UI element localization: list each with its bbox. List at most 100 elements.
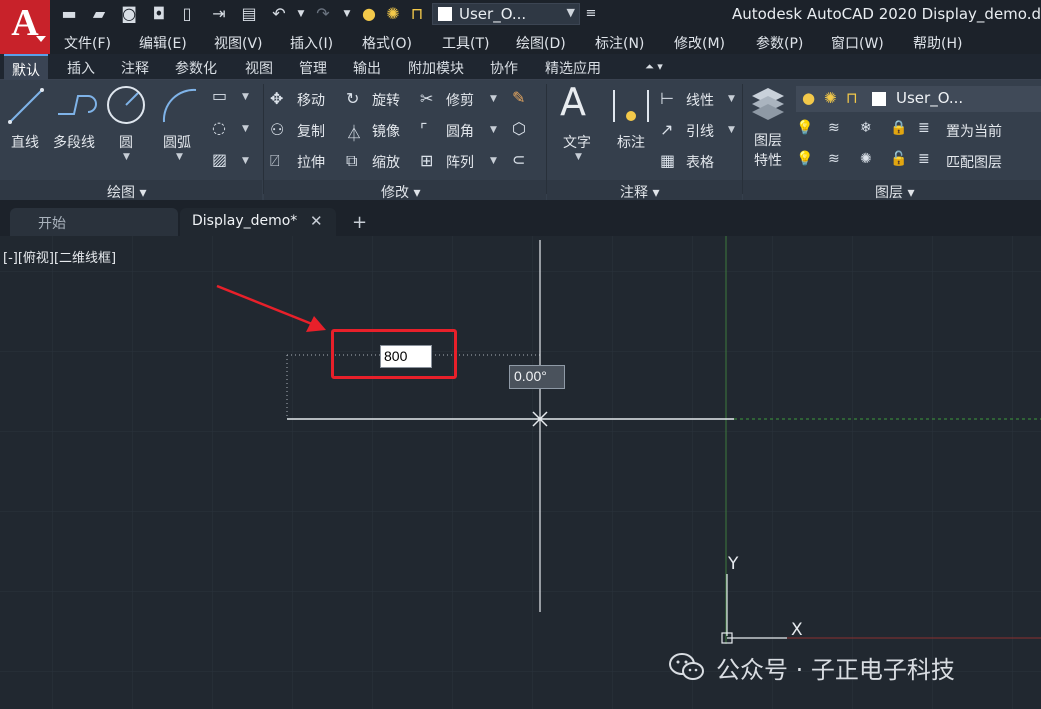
layer-off-icon[interactable]: 💡: [796, 120, 813, 136]
set-current-label[interactable]: 置为当前: [946, 121, 1002, 141]
table-label[interactable]: 表格: [686, 152, 714, 172]
annotation-panel-title[interactable]: 注释 ▾: [620, 182, 659, 202]
save-as-icon[interactable]: ◘: [148, 3, 170, 25]
menu-parametric[interactable]: 参数(P): [756, 33, 803, 53]
tab-output[interactable]: 输出: [353, 58, 381, 78]
layer-on-all-icon[interactable]: 💡: [796, 151, 813, 167]
redo-icon[interactable]: ↷: [312, 3, 334, 25]
layer-properties-label-line2[interactable]: 特性: [754, 150, 782, 170]
polyline-label[interactable]: 多段线: [53, 132, 95, 152]
customize-toolbar-icon[interactable]: ≡: [580, 3, 602, 25]
layer-lock-icon[interactable]: 🔒: [890, 120, 907, 136]
line-label[interactable]: 直线: [11, 132, 39, 152]
modify-panel-title[interactable]: 修改 ▾: [381, 182, 420, 202]
stretch-label[interactable]: 拉伸: [297, 152, 325, 172]
new-tab-icon[interactable]: +: [352, 212, 367, 233]
array-label[interactable]: 阵列: [446, 152, 474, 172]
viewport-controls[interactable]: [-][俯视][二维线框]: [3, 247, 116, 266]
fillet-icon[interactable]: ⌜: [420, 120, 428, 139]
polyline-icon[interactable]: [54, 88, 98, 122]
stretch-icon[interactable]: ⍁: [270, 151, 280, 171]
layer-properties-icon[interactable]: [748, 84, 788, 124]
move-label[interactable]: 移动: [297, 90, 325, 110]
linear-dropdown-icon[interactable]: ▼: [728, 94, 735, 104]
share-icon[interactable]: ⇥: [208, 3, 230, 25]
tab-insert[interactable]: 插入: [67, 58, 95, 78]
undo-icon[interactable]: ↶: [268, 3, 290, 25]
trim-label[interactable]: 修剪: [446, 90, 474, 110]
text-icon[interactable]: A: [560, 80, 586, 124]
open-file-icon[interactable]: ▰: [88, 3, 110, 25]
layers-panel-title[interactable]: 图层 ▾: [875, 182, 914, 202]
ribbon-minimize-icon[interactable]: ⏶ ▾: [645, 60, 663, 74]
tab-parametric[interactable]: 参数化: [175, 58, 217, 78]
text-dropdown-icon[interactable]: ▼: [575, 152, 582, 162]
layer-thaw-icon[interactable]: ✺: [382, 3, 404, 25]
erase-icon[interactable]: ✎: [512, 88, 525, 107]
match-layer-label[interactable]: 匹配图层: [946, 152, 1002, 172]
linear-dimension-icon[interactable]: ⊢: [660, 89, 674, 108]
new-file-icon[interactable]: ▬: [58, 3, 80, 25]
layer-properties-label[interactable]: 图层: [754, 130, 782, 150]
arc-icon[interactable]: [158, 84, 202, 126]
copy-icon[interactable]: ⚇: [270, 120, 284, 139]
tab-display-demo[interactable]: Display_demo* ✕: [180, 208, 336, 236]
hatch-icon[interactable]: ▨: [212, 150, 227, 169]
leader-dropdown-icon[interactable]: ▼: [728, 125, 735, 135]
menu-draw[interactable]: 绘图(D): [516, 33, 566, 53]
copy-label[interactable]: 复制: [297, 121, 325, 141]
layer-combo[interactable]: ● ✺ ⊓ User_O...: [796, 86, 1041, 112]
menu-file[interactable]: 文件(F): [64, 33, 111, 53]
circle-dropdown-icon[interactable]: ▼: [123, 152, 130, 162]
tab-annotate[interactable]: 注释: [121, 58, 149, 78]
tab-addins[interactable]: 附加模块: [408, 58, 464, 78]
array-icon[interactable]: ⊞: [420, 151, 433, 170]
hatch-dropdown-icon[interactable]: ▼: [242, 156, 249, 166]
rectangle-icon[interactable]: ▭: [212, 86, 227, 105]
application-menu-button[interactable]: A: [0, 0, 50, 54]
draw-panel-title[interactable]: 绘图 ▾: [107, 182, 146, 202]
text-label[interactable]: 文字: [563, 132, 591, 152]
tab-featured-apps[interactable]: 精选应用: [545, 58, 601, 78]
circle-icon[interactable]: [105, 84, 147, 126]
save-icon[interactable]: ◙: [118, 3, 140, 25]
layer-thaw-all-icon[interactable]: ✺: [860, 151, 872, 167]
layer-on-icon[interactable]: ●: [358, 3, 380, 25]
array-dropdown-icon[interactable]: ▼: [490, 156, 497, 166]
layer-dropdown[interactable]: User_O... ▼: [432, 3, 580, 25]
menu-tools[interactable]: 工具(T): [442, 33, 489, 53]
layer-unisolate-icon[interactable]: ≋: [828, 151, 840, 167]
scale-label[interactable]: 缩放: [372, 152, 400, 172]
leader-icon[interactable]: ↗: [660, 120, 673, 139]
scale-icon[interactable]: ⧉: [346, 151, 357, 171]
fillet-dropdown-icon[interactable]: ▼: [490, 125, 497, 135]
match-layer-icon[interactable]: ≣: [918, 151, 930, 167]
set-current-icon[interactable]: ≣: [918, 120, 930, 136]
drawing-canvas[interactable]: Y X: [0, 236, 1041, 709]
menu-format[interactable]: 格式(O): [362, 33, 412, 53]
explode-icon[interactable]: ⬡: [512, 119, 526, 138]
redo-dropdown-icon[interactable]: ▼: [336, 3, 358, 25]
plot-icon[interactable]: ▤: [238, 3, 260, 25]
rotate-icon[interactable]: ↻: [346, 89, 359, 108]
mirror-icon[interactable]: ⏃: [346, 120, 362, 144]
dynamic-distance-input[interactable]: 800: [380, 345, 432, 368]
layer-on-icon[interactable]: ●: [802, 89, 815, 107]
open-from-web-icon[interactable]: ▯: [176, 3, 198, 25]
menu-edit[interactable]: 编辑(E): [139, 33, 187, 53]
tab-start[interactable]: 开始: [10, 208, 178, 236]
leader-label[interactable]: 引线: [686, 121, 714, 141]
menu-view[interactable]: 视图(V): [214, 33, 263, 53]
layer-unlock-icon[interactable]: ⊓: [846, 89, 858, 107]
ellipse-dropdown-icon[interactable]: ▼: [242, 124, 249, 134]
trim-icon[interactable]: ✂: [420, 89, 433, 108]
layer-unlock-all-icon[interactable]: 🔓: [890, 151, 907, 167]
menu-help[interactable]: 帮助(H): [913, 33, 962, 53]
linear-label[interactable]: 线性: [686, 90, 714, 110]
tab-collaborate[interactable]: 协作: [490, 58, 518, 78]
move-icon[interactable]: ✥: [270, 89, 283, 108]
menu-insert[interactable]: 插入(I): [290, 33, 333, 53]
layer-isolate-icon[interactable]: ≋: [828, 120, 840, 136]
menu-modify[interactable]: 修改(M): [674, 33, 725, 53]
dimension-label[interactable]: 标注: [617, 132, 645, 152]
